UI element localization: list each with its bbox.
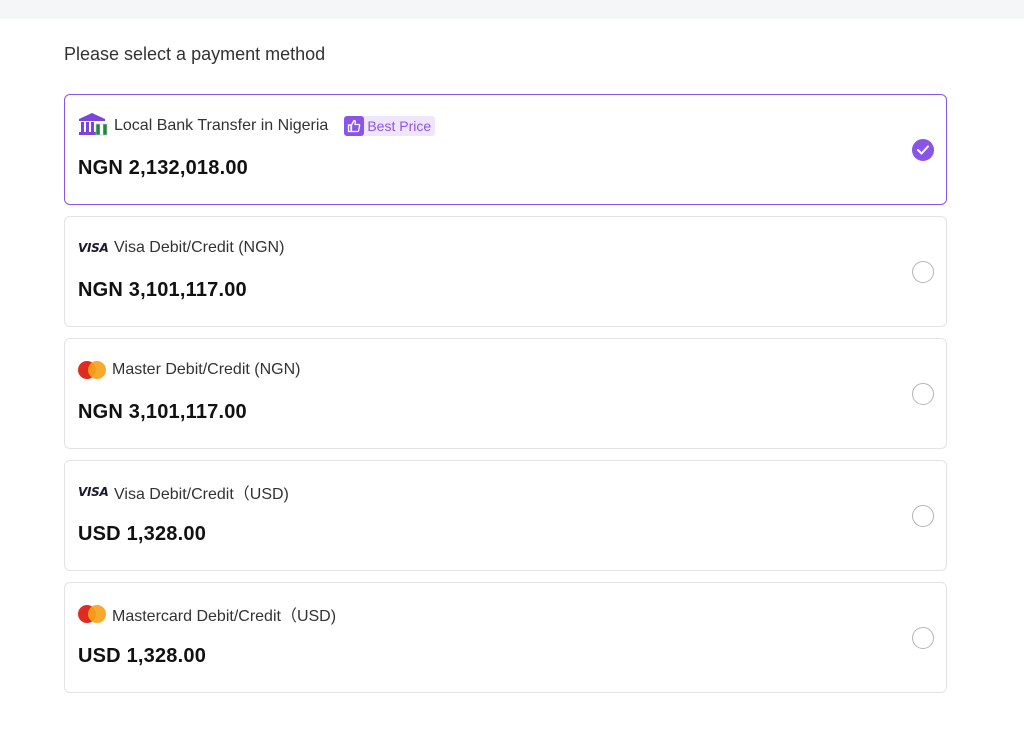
option-label: Visa Debit/Credit（USD) <box>114 486 289 503</box>
option-label: Local Bank Transfer in Nigeria <box>114 117 329 134</box>
radio-unchecked-icon[interactable] <box>912 260 934 283</box>
option-label: Master Debit/Credit (NGN) <box>112 361 301 378</box>
radio-unchecked-icon[interactable] <box>912 626 934 649</box>
thumbs-up-icon <box>344 116 365 136</box>
mastercard-icon <box>78 361 106 379</box>
option-amount: USD 1,328.00 <box>78 523 207 545</box>
option-label: Mastercard Debit/Credit（USD) <box>112 608 337 625</box>
radio-unchecked-icon[interactable] <box>912 382 934 405</box>
payment-option-visa-usd[interactable]: VISA Visa Debit/Credit（USD) USD 1,328.00 <box>64 460 947 571</box>
best-price-badge: Best Price <box>344 116 436 136</box>
option-header: VISA Visa Debit/Credit (NGN) <box>78 237 284 259</box>
option-header: VISA Visa Debit/Credit（USD) <box>78 481 289 503</box>
option-header: Master Debit/Credit (NGN) <box>78 359 300 381</box>
bank-icon <box>78 112 108 141</box>
visa-icon: VISA <box>78 241 109 255</box>
option-amount: NGN 3,101,117.00 <box>78 401 247 423</box>
page-title: Please select a payment method <box>64 44 326 64</box>
option-amount: USD 1,328.00 <box>78 645 207 667</box>
mastercard-icon <box>78 605 106 623</box>
option-label: Visa Debit/Credit (NGN) <box>114 239 285 256</box>
radio-checked-icon[interactable] <box>912 138 934 161</box>
payment-method-list: Local Bank Transfer in Nigeria Best Pric… <box>64 94 947 704</box>
radio-unchecked-icon[interactable] <box>912 504 934 527</box>
option-header: Local Bank Transfer in Nigeria Best Pric… <box>78 112 436 137</box>
payment-option-local-bank-transfer[interactable]: Local Bank Transfer in Nigeria Best Pric… <box>64 94 947 205</box>
option-header: Mastercard Debit/Credit（USD) <box>78 603 336 625</box>
visa-icon: VISA <box>78 485 109 499</box>
badge-label: Best Price <box>367 118 432 134</box>
option-amount: NGN 2,132,018.00 <box>78 157 248 179</box>
payment-option-mastercard-usd[interactable]: Mastercard Debit/Credit（USD) USD 1,328.0… <box>64 582 947 693</box>
payment-option-visa-ngn[interactable]: VISA Visa Debit/Credit (NGN) NGN 3,101,1… <box>64 216 947 327</box>
top-strip <box>0 0 1024 19</box>
option-amount: NGN 3,101,117.00 <box>78 279 247 301</box>
payment-option-master-ngn[interactable]: Master Debit/Credit (NGN) NGN 3,101,117.… <box>64 338 947 449</box>
